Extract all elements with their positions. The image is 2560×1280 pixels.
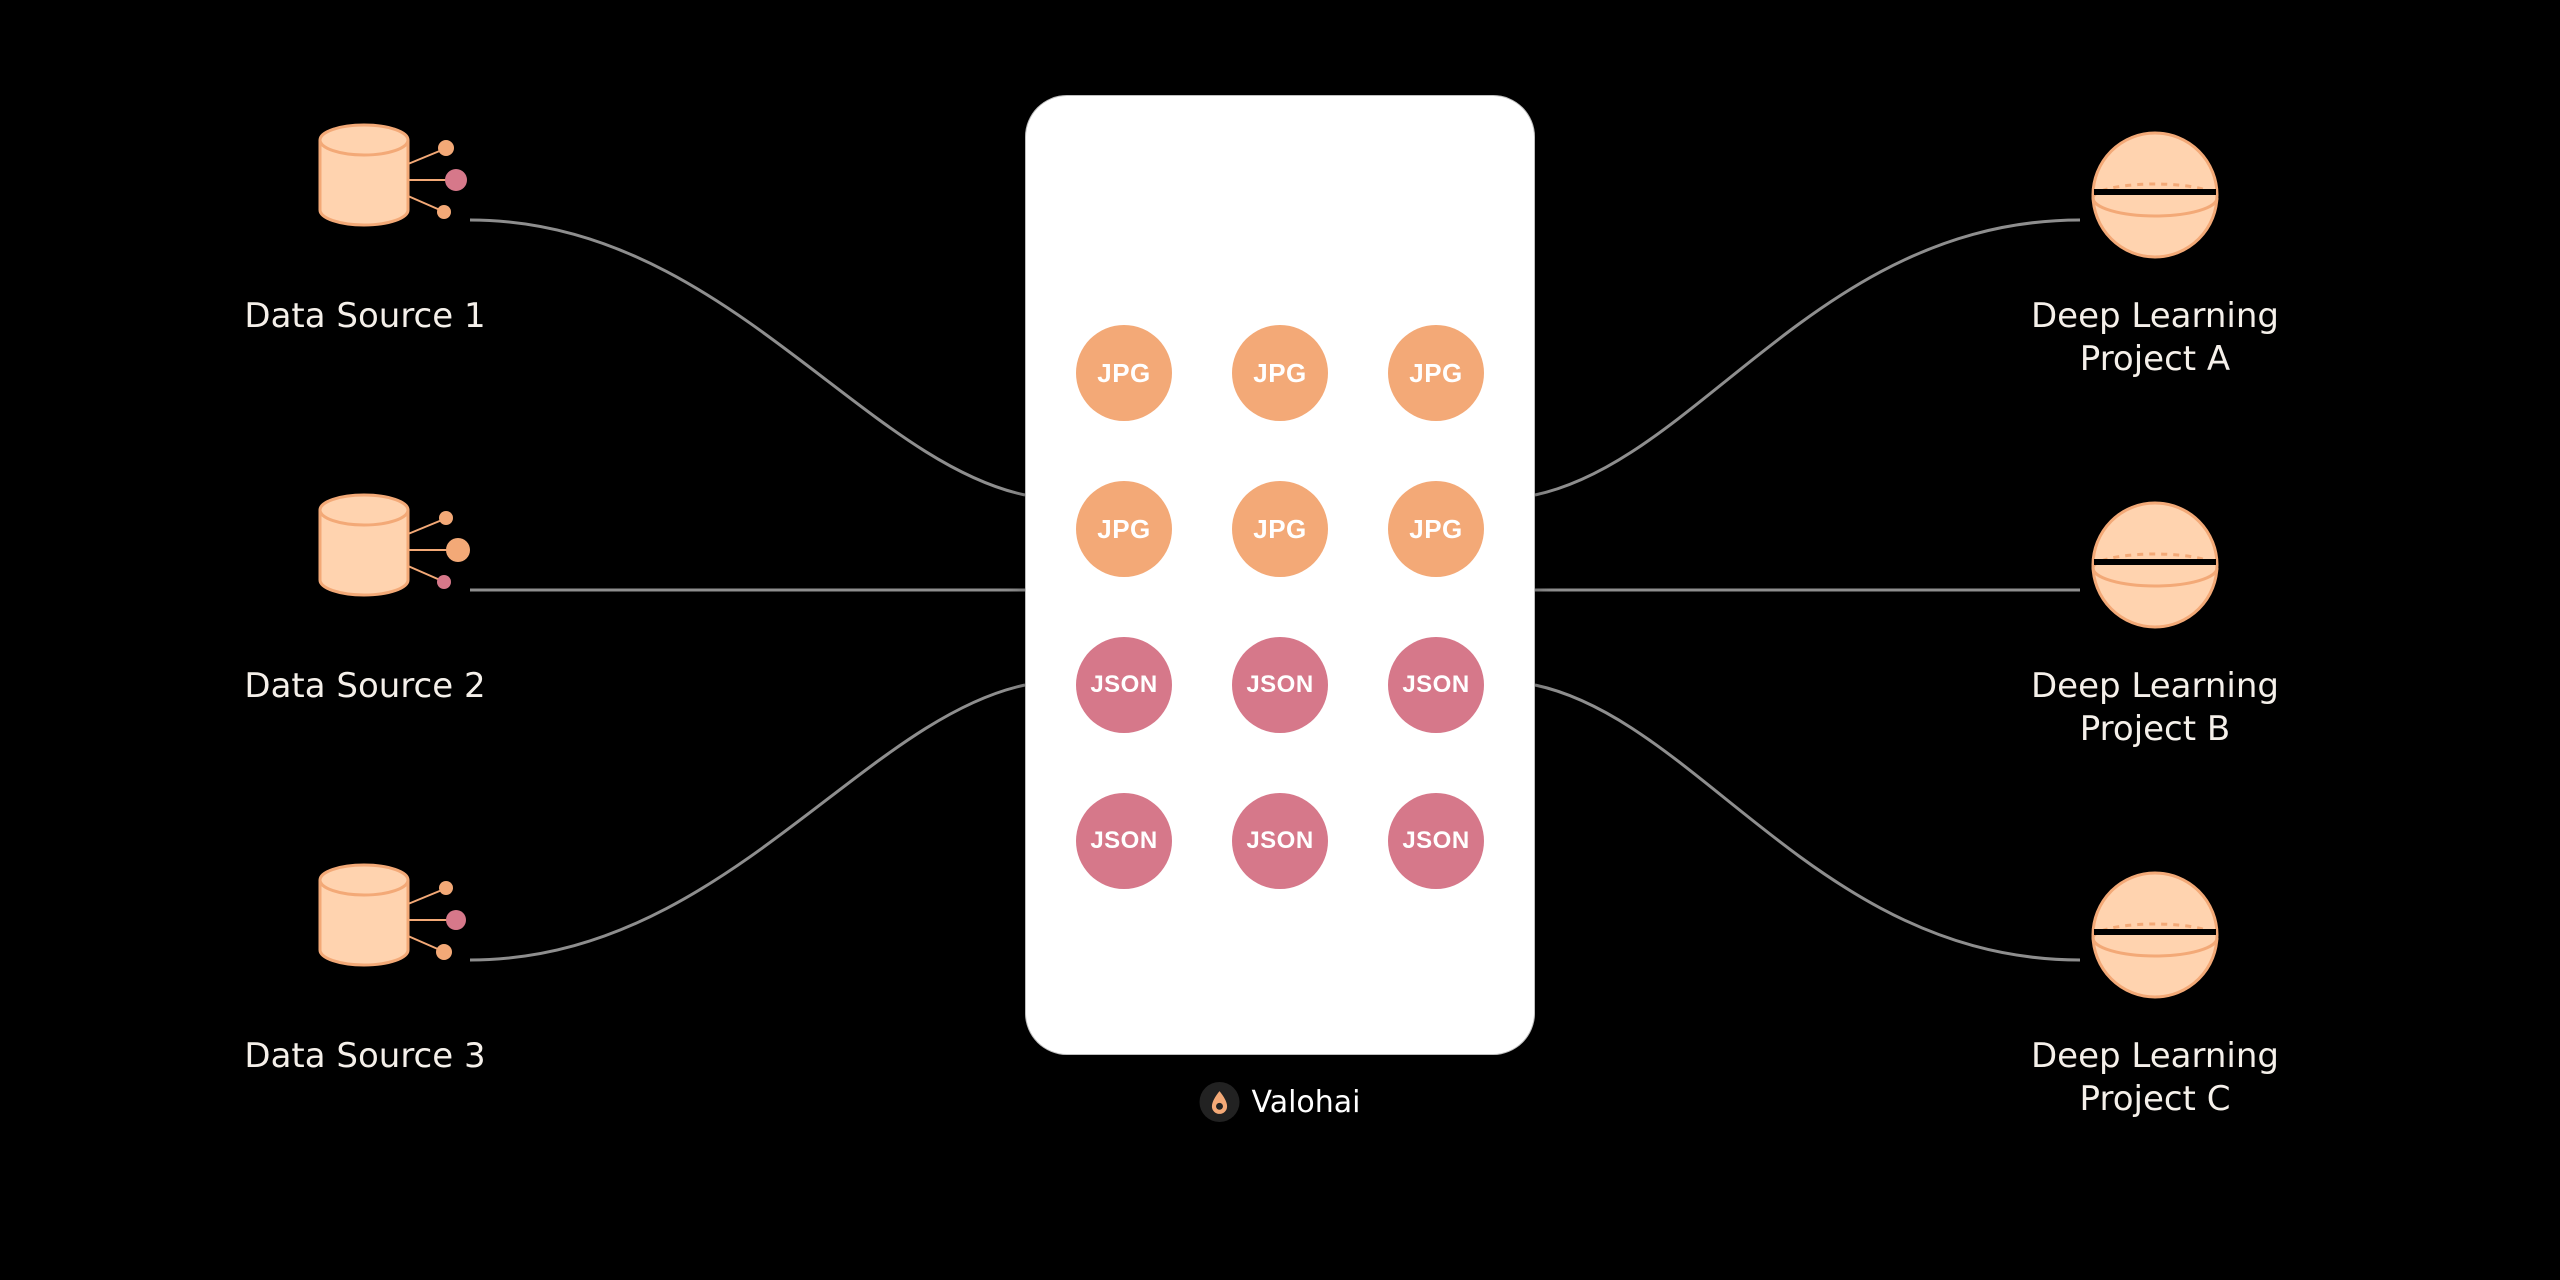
database-icon — [300, 480, 470, 640]
brand-name: Valohai — [1252, 1085, 1361, 1120]
project-label: Deep Learning Project A — [2031, 295, 2279, 380]
project-label: Deep Learning Project B — [2031, 665, 2279, 750]
source-label: Data Source 2 — [244, 665, 485, 708]
source-label: Data Source 3 — [244, 1035, 485, 1078]
data-store-panel: JPG JPG JPG JPG JPG JPG JSON JSON JSON J… — [1025, 95, 1535, 1055]
file-chip-grid: JPG JPG JPG JPG JPG JPG JSON JSON JSON J… — [1076, 325, 1484, 889]
file-chip: JPG — [1232, 325, 1328, 421]
model-sphere-icon — [2080, 120, 2230, 270]
file-chip: JSON — [1388, 637, 1484, 733]
file-chip: JSON — [1076, 637, 1172, 733]
brand-footer: Valohai — [1200, 1082, 1361, 1122]
file-chip: JSON — [1232, 637, 1328, 733]
file-chip: JPG — [1388, 325, 1484, 421]
file-chip: JPG — [1076, 481, 1172, 577]
model-sphere-icon — [2080, 860, 2230, 1010]
model-sphere-icon — [2080, 490, 2230, 640]
valohai-logo-icon — [1200, 1082, 1240, 1122]
file-chip: JPG — [1232, 481, 1328, 577]
source-label: Data Source 1 — [244, 295, 485, 338]
diagram-stage: JPG JPG JPG JPG JPG JPG JSON JSON JSON J… — [0, 0, 2560, 1280]
database-icon — [300, 110, 470, 270]
file-chip: JSON — [1232, 793, 1328, 889]
file-chip: JPG — [1076, 325, 1172, 421]
file-chip: JSON — [1388, 793, 1484, 889]
file-chip: JPG — [1388, 481, 1484, 577]
file-chip: JSON — [1076, 793, 1172, 889]
database-icon — [300, 850, 470, 1010]
project-label: Deep Learning Project C — [2031, 1035, 2279, 1120]
